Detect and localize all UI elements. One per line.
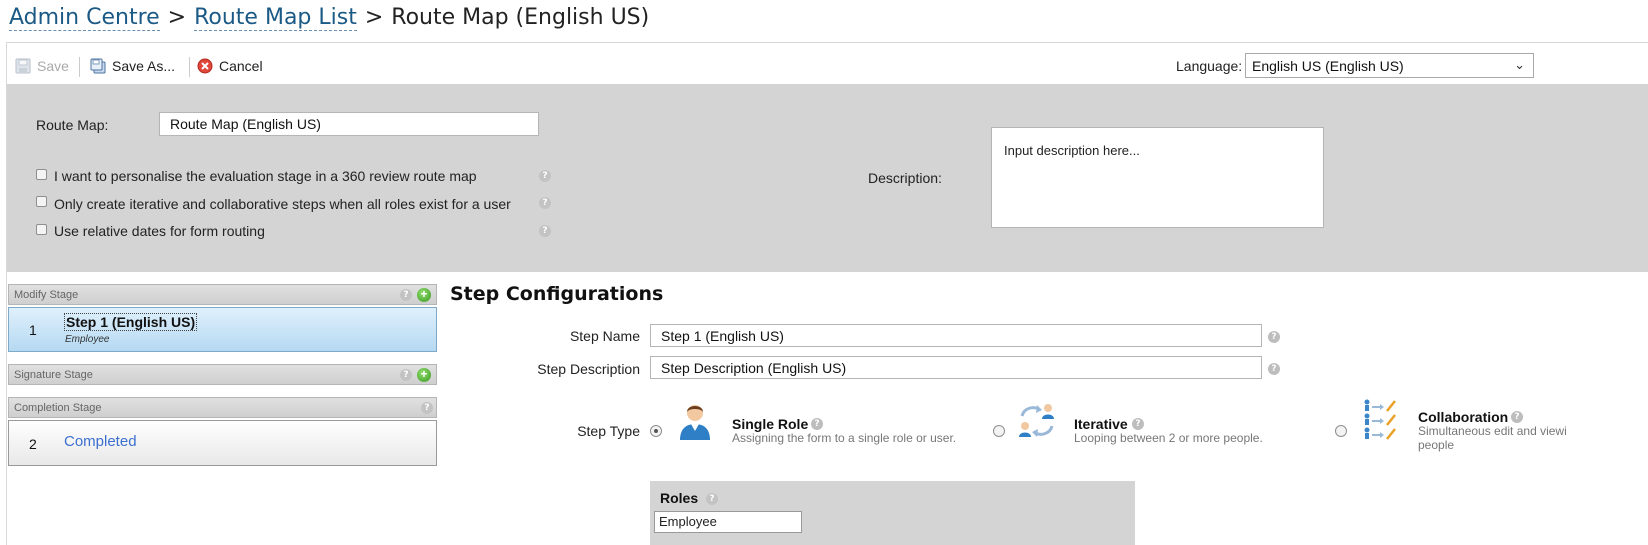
step-row-1[interactable]: 1 Step 1 (English US) Employee	[8, 307, 437, 352]
route-map-label: Route Map:	[36, 117, 109, 133]
completion-stage-header: Completion Stage ?	[8, 397, 437, 418]
collaboration-title: Collaboration	[1418, 409, 1509, 425]
single-role-title: Single Role	[732, 416, 809, 432]
save-as-button[interactable]: Save As...	[90, 58, 175, 74]
completion-stage-title: Completion Stage	[14, 402, 102, 414]
add-step-icon[interactable]: +	[417, 368, 431, 382]
description-label: Description:	[868, 170, 942, 186]
personalise-360-checkbox[interactable]	[36, 169, 47, 180]
signature-stage-header: Signature Stage ? +	[8, 364, 437, 385]
save-icon	[15, 58, 31, 74]
help-icon[interactable]: ?	[811, 418, 823, 430]
iterative-steps-checkbox[interactable]	[36, 196, 47, 207]
iterative-radio[interactable]	[993, 425, 1005, 437]
single-role-description: Assigning the form to a single role or u…	[732, 431, 957, 445]
description-textarea[interactable]: Input description here...	[991, 127, 1324, 228]
toolbar-divider	[79, 57, 80, 77]
roles-title: Roles	[660, 490, 699, 506]
single-role-radio[interactable]	[650, 425, 662, 437]
save-as-label: Save As...	[112, 58, 176, 74]
step-type-label: Step Type	[577, 423, 640, 439]
breadcrumb-route-map-list[interactable]: Route Map List	[194, 5, 357, 31]
help-icon[interactable]: ?	[400, 289, 412, 301]
completed-step-link[interactable]: Completed	[64, 433, 137, 450]
language-select-value: English US (English US)	[1252, 58, 1404, 74]
iterative-description: Looping between 2 or more people.	[1074, 431, 1263, 445]
help-icon[interactable]: ?	[1132, 418, 1144, 430]
step-number: 1	[29, 322, 37, 338]
collaboration-radio[interactable]	[1335, 425, 1347, 437]
language-select[interactable]: English US (English US) ⌄	[1245, 53, 1534, 78]
step-description-label: Step Description	[537, 361, 640, 377]
help-icon[interactable]: ?	[539, 170, 551, 182]
step-number: 2	[29, 436, 37, 452]
signature-stage-title: Signature Stage	[14, 369, 93, 381]
modify-stage-title: Modify Stage	[14, 289, 79, 301]
step-name-input[interactable]: Step 1 (English US)	[650, 324, 1262, 347]
help-icon[interactable]: ?	[539, 225, 551, 237]
breadcrumb-separator: >	[167, 5, 187, 30]
add-step-icon[interactable]: +	[417, 288, 431, 302]
collaboration-people-icon	[1362, 398, 1398, 442]
help-icon[interactable]: ?	[400, 369, 412, 381]
route-map-input[interactable]: Route Map (English US)	[159, 112, 539, 136]
help-icon[interactable]: ?	[1268, 363, 1280, 375]
modify-stage-header: Modify Stage ? +	[8, 284, 437, 305]
help-icon[interactable]: ?	[539, 197, 551, 209]
iterative-steps-label: Only create iterative and collaborative …	[54, 196, 511, 212]
language-label: Language:	[1176, 58, 1243, 74]
cancel-button[interactable]: Cancel	[197, 58, 263, 74]
save-label: Save	[37, 58, 69, 74]
iterative-title: Iterative	[1074, 416, 1128, 432]
roles-select-value: Employee	[659, 514, 717, 529]
breadcrumb-admin-centre[interactable]: Admin Centre	[9, 5, 160, 31]
relative-dates-checkbox[interactable]	[36, 224, 47, 235]
step-description-input[interactable]: Step Description (English US)	[650, 356, 1262, 379]
roles-panel: Roles ? Employee	[650, 481, 1135, 545]
breadcrumb-separator: >	[364, 5, 384, 30]
page-title: Route Map (English US)	[391, 5, 650, 30]
step-role: Employee	[65, 334, 110, 345]
cancel-label: Cancel	[219, 58, 263, 74]
step-name-label: Step Name	[569, 328, 640, 344]
help-icon[interactable]: ?	[421, 402, 433, 414]
single-role-person-icon	[677, 400, 713, 440]
relative-dates-label: Use relative dates for form routing	[54, 223, 265, 239]
step-row-2[interactable]: 2 Completed	[8, 420, 437, 466]
help-icon[interactable]: ?	[1268, 331, 1280, 343]
step-name: Step 1 (English US)	[64, 313, 198, 331]
chevron-down-icon: ⌄	[1514, 57, 1525, 72]
roles-select[interactable]: Employee	[654, 511, 802, 533]
save-as-icon	[90, 58, 106, 74]
breadcrumb: Admin Centre > Route Map List > Route Map (E…	[9, 5, 650, 31]
save-button[interactable]: Save	[15, 58, 69, 74]
collaboration-description: Simultaneous edit and viewi	[1418, 424, 1567, 438]
toolbar-divider	[189, 57, 190, 77]
personalise-360-label: I want to personalise the evaluation sta…	[54, 168, 477, 184]
step-configurations-title: Step Configurations	[450, 283, 664, 305]
collaboration-description-line2: people	[1418, 438, 1455, 452]
help-icon[interactable]: ?	[706, 493, 718, 505]
help-icon[interactable]: ?	[1511, 411, 1523, 423]
cancel-icon	[197, 58, 213, 74]
iterative-loop-icon	[1017, 402, 1057, 440]
